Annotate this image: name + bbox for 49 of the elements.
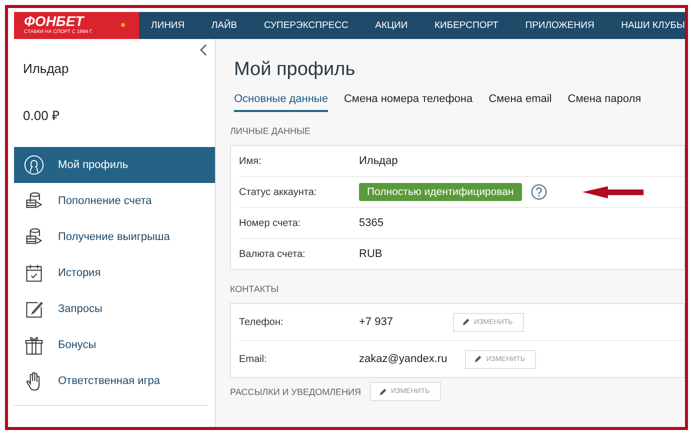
- sidebar-item[interactable]: Ответственная игра: [14, 363, 215, 399]
- field-label: Номер счета:: [239, 218, 302, 228]
- sidebar-item[interactable]: Пополнение счета: [14, 183, 215, 219]
- calendar-icon: [24, 263, 44, 283]
- tab[interactable]: Смена email: [488, 93, 552, 112]
- field-label: Email:: [239, 354, 268, 364]
- sidebar-item[interactable]: Бонусы: [14, 327, 215, 363]
- logo-text: ФОНБЕТ: [24, 14, 84, 29]
- section-heading: КОНТАКТЫ: [230, 284, 280, 294]
- sidebar-item[interactable]: История: [14, 255, 215, 291]
- field-value: RUB: [359, 248, 384, 260]
- tab[interactable]: Смена номера телефона: [344, 93, 473, 112]
- field-label: Статус аккаунта:: [239, 186, 318, 198]
- field-label: Телефон:: [239, 316, 284, 328]
- nav-link[interactable]: ПРИЛОЖЕНИЯ: [525, 20, 594, 31]
- pencil-icon: [462, 318, 470, 326]
- nav-link[interactable]: ЛИНИЯ: [151, 20, 185, 31]
- field-value: 5365: [359, 217, 384, 229]
- coins-icon: [24, 191, 44, 211]
- section-heading: РАССЫЛКИ И УВЕДОМЛЕНИЯ: [230, 386, 361, 396]
- field-value: +7 937: [359, 316, 394, 328]
- nav-link[interactable]: ЛАЙВ: [211, 20, 238, 31]
- chevron-left-icon[interactable]: [200, 44, 207, 56]
- page-title: Мой профиль: [234, 59, 356, 81]
- status-badge: Полностью идентифицирован: [359, 183, 522, 201]
- user-icon: [24, 155, 44, 175]
- nav-link[interactable]: КИБЕРСПОРТ: [434, 20, 498, 31]
- field-value: Ильдар: [359, 155, 399, 167]
- field-label: Валюта счета:: [239, 248, 306, 260]
- gift-icon: [24, 335, 44, 355]
- user-name: Ильдар: [23, 61, 70, 76]
- nav-link[interactable]: СУПЕРЭКСПРЕСС: [264, 20, 348, 31]
- sidebar-item[interactable]: Получение выигрыша: [14, 219, 215, 255]
- balance: 0.00 ₽: [23, 107, 61, 124]
- coins-icon: [24, 227, 44, 247]
- dot-icon: [121, 23, 125, 27]
- field-label: Имя:: [239, 156, 262, 166]
- help-icon[interactable]: [530, 184, 547, 200]
- edit-icon: [24, 299, 44, 319]
- sidebar-item[interactable]: Запросы: [14, 291, 215, 327]
- tab[interactable]: Смена пароля: [568, 93, 642, 112]
- nav-link[interactable]: АКЦИИ: [375, 20, 408, 31]
- pencil-icon: [474, 355, 482, 363]
- field-value: zakaz@yandex.ru: [359, 353, 448, 365]
- tab[interactable]: Основные данные: [234, 93, 328, 112]
- section-heading: ЛИЧНЫЕ ДАННЫЕ: [230, 126, 312, 136]
- pencil-icon: [378, 388, 387, 396]
- sidebar-item[interactable]: Мой профиль: [14, 147, 215, 183]
- nav-link[interactable]: НАШИ КЛУБЫ: [621, 20, 685, 31]
